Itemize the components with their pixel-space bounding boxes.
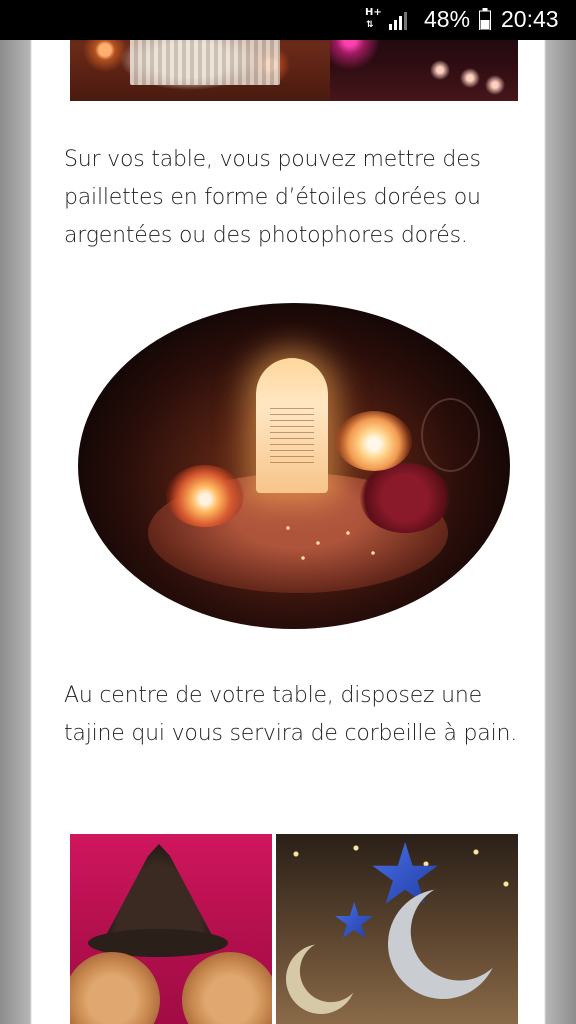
candle-lantern-table-image[interactable] (78, 303, 510, 629)
browser-page: H+ ⇅ 48% 20:43 Sur vos table, vous pouve… (0, 0, 576, 1024)
status-clock: 20:43 (501, 6, 559, 32)
tajine-and-plates-image[interactable] (70, 834, 273, 1024)
network-type-label: H+ (365, 7, 382, 18)
bottom-photo-pair (70, 834, 518, 1024)
status-bar: H+ ⇅ 48% 20:43 (0, 0, 576, 40)
star-crescent-balloons-image[interactable] (276, 834, 518, 1024)
article-content: Sur vos table, vous pouvez mettre des pa… (32, 0, 544, 1024)
paragraph-glitter-and-candleholders: Sur vos table, vous pouvez mettre des pa… (64, 147, 481, 248)
battery-icon (479, 8, 491, 30)
battery-percent: 48% (424, 6, 471, 32)
data-activity-icon: H+ ⇅ (365, 7, 382, 30)
cell-signal-icon (389, 12, 407, 30)
paragraph-tajine-bread-basket: Au centre de votre table, disposez une t… (64, 683, 518, 746)
